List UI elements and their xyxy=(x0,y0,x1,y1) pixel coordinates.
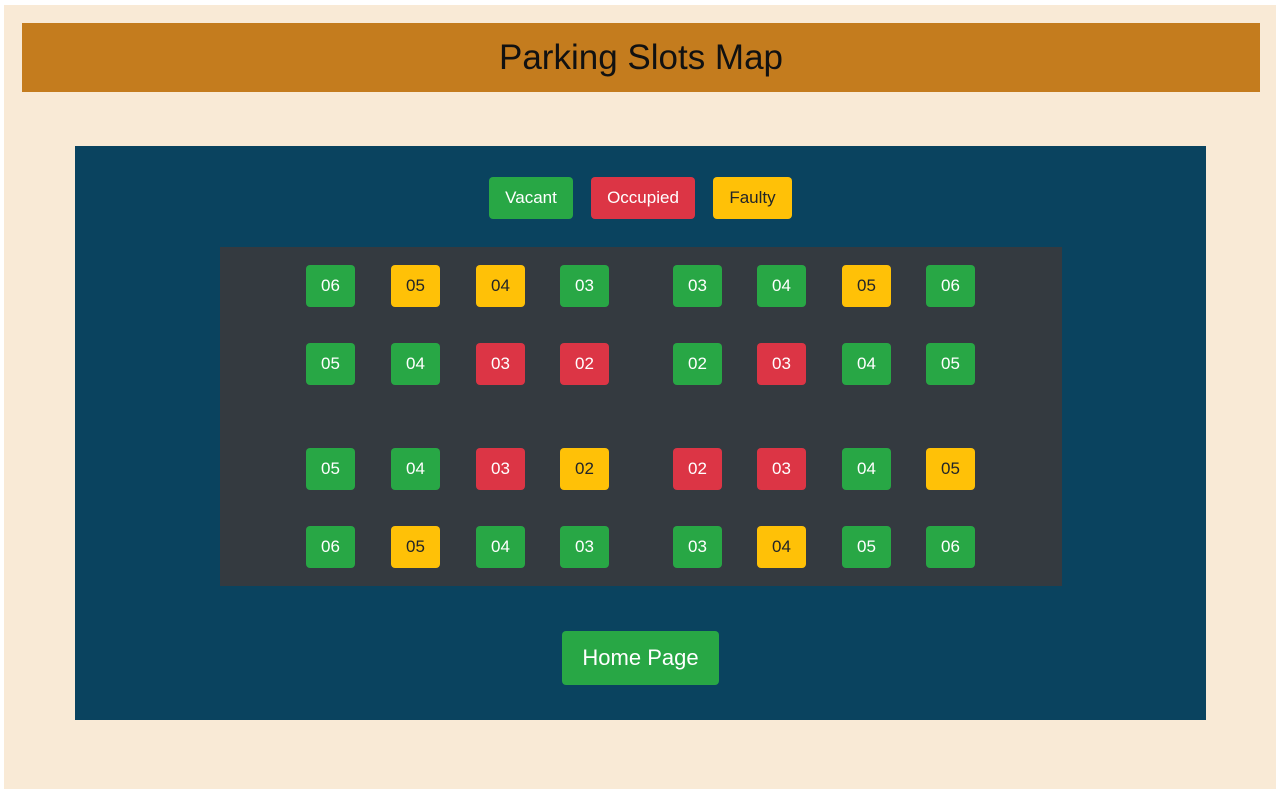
parking-slot: 05 xyxy=(391,526,440,568)
parking-slot: 04 xyxy=(842,448,891,490)
home-page-button[interactable]: Home Page xyxy=(562,631,719,685)
parking-slot: 03 xyxy=(757,343,806,385)
parking-slot: 03 xyxy=(560,526,609,568)
parking-slot: 04 xyxy=(757,265,806,307)
parking-slot: 03 xyxy=(560,265,609,307)
parking-slot: 05 xyxy=(306,343,355,385)
parking-slot: 03 xyxy=(673,265,722,307)
parking-slot: 06 xyxy=(306,526,355,568)
parking-slot: 06 xyxy=(926,265,975,307)
parking-slot: 06 xyxy=(926,526,975,568)
parking-slot: 02 xyxy=(560,448,609,490)
parking-slot: 05 xyxy=(926,448,975,490)
page-background: Parking Slots Map Vacant Occupied Faulty… xyxy=(4,5,1276,789)
parking-slot: 04 xyxy=(476,526,525,568)
parking-slot: 04 xyxy=(476,265,525,307)
parking-slot: 04 xyxy=(757,526,806,568)
parking-slot: 03 xyxy=(757,448,806,490)
legend-occupied: Occupied xyxy=(591,177,695,219)
parking-slot: 05 xyxy=(842,526,891,568)
parking-slot: 02 xyxy=(560,343,609,385)
parking-slot: 05 xyxy=(306,448,355,490)
parking-slot: 06 xyxy=(306,265,355,307)
parking-slot: 05 xyxy=(391,265,440,307)
parking-slot: 03 xyxy=(476,448,525,490)
legend-faulty: Faulty xyxy=(713,177,792,219)
legend-vacant: Vacant xyxy=(489,177,573,219)
map-panel: Vacant Occupied Faulty 06 05 04 03 03 04 05 06 0… xyxy=(75,146,1206,720)
parking-slot: 02 xyxy=(673,343,722,385)
parking-slot: 03 xyxy=(476,343,525,385)
parking-slot: 04 xyxy=(842,343,891,385)
page-title: Parking Slots Map xyxy=(498,37,784,77)
parking-slot: 04 xyxy=(391,448,440,490)
parking-slot: 02 xyxy=(673,448,722,490)
parking-lot: 06 05 04 03 03 04 05 06 05 04 03 02 02 03 04 05 05 04 03 02… xyxy=(220,247,1062,586)
parking-slot: 04 xyxy=(391,343,440,385)
page-header: Parking Slots Map xyxy=(22,23,1260,92)
parking-slot: 05 xyxy=(842,265,891,307)
parking-slot: 05 xyxy=(926,343,975,385)
legend: Vacant Occupied Faulty xyxy=(75,177,1206,219)
parking-slot: 03 xyxy=(673,526,722,568)
